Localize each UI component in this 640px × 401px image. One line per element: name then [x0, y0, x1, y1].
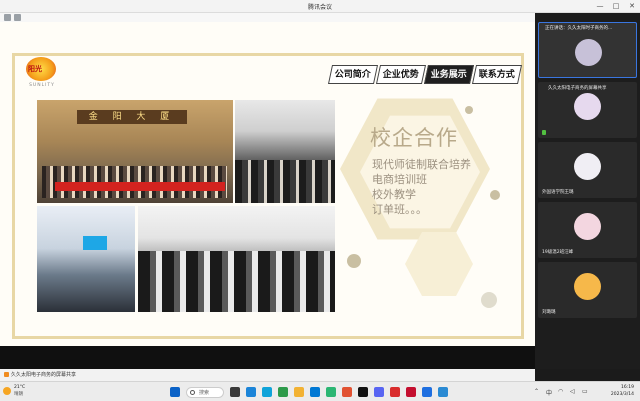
screen-share-bar: 久久太阳电子商务的屏幕共享	[0, 369, 535, 381]
window-titlebar: 腾讯会议 — □ ✕	[0, 0, 640, 13]
edge-icon[interactable]	[246, 387, 256, 397]
grid-icon[interactable]	[4, 14, 11, 21]
presentation-slide: 阳光 SUNLITY 公司简介 企业优势 业务展示 联系方式 金 阳 大 厦 校…	[0, 22, 535, 346]
participant-name: 刘璐璐	[542, 310, 556, 315]
red-banner	[55, 182, 225, 191]
avatar	[574, 153, 601, 180]
weather-text: 晴朗	[14, 392, 23, 397]
tab-company-intro: 公司简介	[327, 65, 379, 84]
taskbar-apps: 搜索	[170, 386, 454, 398]
participant-tile[interactable]: 19级温2班汪峰	[538, 202, 637, 258]
bullet-line: 校外教学	[372, 188, 416, 201]
participant-sidebar: 正在讲话：久久太阳时子商务的... 久久太阳电子商务的屏幕共享 外国语学院王璐 …	[535, 13, 640, 369]
company-logo: 阳光 SUNLITY	[18, 57, 66, 91]
windows-taskbar: 21°C 晴朗 搜索 ⌃ 中 ◠ ◁ ▭ 16:19 2023/3/14	[0, 381, 640, 401]
dot-decoration	[465, 106, 473, 114]
microphone-icon	[542, 130, 546, 135]
bullet-line: 现代师徒制联合培养	[372, 158, 471, 171]
windows-start-icon[interactable]	[170, 387, 180, 397]
classroom-photo	[235, 100, 335, 203]
participant-tile[interactable]: 刘璐璐	[538, 262, 637, 318]
clock-date[interactable]: 2023/3/14	[604, 392, 634, 397]
group-photo: 金 阳 大 厦	[37, 100, 233, 203]
input-language[interactable]: 中	[546, 388, 552, 397]
app-icon[interactable]	[374, 387, 384, 397]
sun-icon	[3, 387, 11, 395]
window-title: 腾讯会议	[307, 4, 332, 11]
edge-dev-icon[interactable]	[262, 387, 272, 397]
bullet-line: 订单班。。。	[372, 203, 427, 216]
app-icon[interactable]	[438, 387, 448, 397]
tiktok-icon[interactable]	[358, 387, 368, 397]
clock-time[interactable]: 16:19	[604, 385, 634, 390]
slide-bullets: 现代师徒制联合培养 电商培训班 校外教学 订单班。。。	[372, 157, 471, 217]
dot-decoration	[481, 292, 497, 308]
tab-contact: 联系方式	[472, 65, 523, 84]
participant-name: 久久太阳电子商务的屏幕共享	[548, 86, 607, 91]
avatar	[575, 39, 602, 66]
share-label: 久久太阳电子商务的屏幕共享	[11, 372, 77, 378]
file-explorer-icon[interactable]	[294, 387, 304, 397]
slide-heading: 校企合作	[370, 126, 458, 150]
dot-decoration	[347, 254, 361, 268]
tab-advantages: 企业优势	[375, 65, 427, 84]
participant-tile[interactable]: 久久太阳电子商务的屏幕共享	[538, 82, 637, 138]
minimize-button[interactable]: —	[592, 0, 608, 13]
brand-name: SUNLITY	[29, 83, 55, 88]
computer-lab-photo	[37, 206, 135, 312]
chevron-up-icon[interactable]: ⌃	[534, 388, 539, 395]
search-icon	[190, 389, 195, 395]
avatar	[574, 93, 601, 120]
volume-icon[interactable]: ◁	[570, 388, 575, 395]
app-icon[interactable]	[406, 387, 416, 397]
training-room-photo	[138, 206, 335, 312]
wps-icon[interactable]	[390, 387, 400, 397]
app-icon[interactable]	[326, 387, 336, 397]
store-icon[interactable]	[310, 387, 320, 397]
battery-icon[interactable]: ▭	[582, 388, 588, 395]
bullet-line: 电商培训班	[372, 173, 427, 186]
tencent-meeting-icon[interactable]	[422, 387, 432, 397]
participant-name: 外国语学院王璐	[542, 190, 574, 195]
meeting-toolbar	[0, 13, 535, 22]
photo-collage: 金 阳 大 厦	[37, 100, 337, 312]
close-button[interactable]: ✕	[624, 0, 640, 13]
weather-widget[interactable]: 21°C 晴朗	[3, 385, 43, 399]
participant-tile-speaking[interactable]: 正在讲话：久久太阳时子商务的...	[538, 22, 637, 78]
info-icon[interactable]	[14, 14, 21, 21]
app-icon[interactable]	[342, 387, 352, 397]
avatar	[574, 273, 601, 300]
maximize-button[interactable]: □	[608, 0, 624, 13]
dot-decoration	[490, 190, 500, 200]
wechat-icon[interactable]	[278, 387, 288, 397]
weather-temp: 21°C	[14, 385, 26, 390]
participant-name: 正在讲话：久久太阳时子商务的...	[545, 26, 613, 31]
participant-tile[interactable]: 外国语学院王璐	[538, 142, 637, 198]
share-icon	[4, 372, 9, 377]
wifi-icon[interactable]: ◠	[558, 388, 563, 395]
taskbar-search[interactable]: 搜索	[186, 386, 224, 398]
task-view-icon[interactable]	[230, 387, 240, 397]
tab-business: 业务展示	[424, 65, 475, 84]
avatar	[574, 213, 601, 240]
system-tray: ⌃ 中 ◠ ◁ ▭ 16:19 2023/3/14	[534, 385, 634, 399]
participant-name: 19级温2班汪峰	[542, 250, 574, 255]
building-sign: 金 阳 大 厦	[77, 110, 187, 124]
slide-nav-tabs: 公司简介 企业优势 业务展示 联系方式	[327, 65, 523, 84]
